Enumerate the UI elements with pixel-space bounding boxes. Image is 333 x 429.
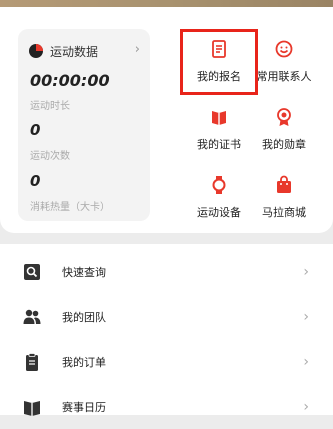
duration-value: 00:00:00: [30, 71, 110, 90]
team-icon: [23, 309, 41, 324]
medal-icon: [277, 108, 291, 126]
event-calendar-label: 赛事日历: [62, 400, 106, 414]
shopping-bag-icon: [277, 175, 291, 193]
my-orders-label: 我的订单: [62, 355, 106, 369]
my-certificate-label: 我的证书: [197, 138, 241, 151]
chevron-right-icon: ›: [303, 263, 309, 280]
list-item-quick-search[interactable]: 快速查询 ›: [0, 249, 333, 294]
mall-label: 马拉商城: [262, 206, 306, 219]
clipboard-icon: [26, 352, 38, 371]
duration-label: 运动时长: [30, 101, 70, 112]
chevron-right-icon: ›: [303, 308, 309, 325]
certificate-icon: [212, 111, 226, 125]
calories-label: 消耗热量（大卡）: [30, 202, 110, 213]
watch-icon: [212, 176, 226, 194]
list-item-event-calendar[interactable]: 赛事日历 ›: [0, 384, 333, 429]
sports-device-label: 运动设备: [197, 206, 241, 219]
quick-search-icon: [24, 263, 40, 280]
my-medal-button[interactable]: 我的勋章: [246, 103, 322, 153]
calendar-book-icon: [24, 400, 40, 416]
count-value: 0: [30, 121, 41, 139]
quick-search-label: 快速查询: [62, 265, 106, 279]
count-label: 运动次数: [30, 151, 70, 162]
list-item-my-orders[interactable]: 我的订单 ›: [0, 339, 333, 384]
sports-data-header[interactable]: 运动数据: [28, 41, 148, 61]
mall-button[interactable]: 马拉商城: [246, 171, 322, 221]
sports-data-title: 运动数据: [50, 44, 99, 59]
contact-icon: [275, 40, 293, 58]
top-section: 运动数据 › 00:00:00 运动时长 0 运动次数 0 消耗热量（大卡） 我…: [0, 7, 333, 233]
chevron-right-icon[interactable]: ›: [135, 42, 140, 57]
my-medal-label: 我的勋章: [262, 138, 306, 151]
frequent-contacts-label: 常用联系人: [256, 70, 312, 83]
chevron-right-icon: ›: [303, 398, 309, 415]
pie-chart-icon: [29, 44, 43, 58]
calories-value: 0: [30, 172, 41, 190]
menu-list: 快速查询 › 我的团队 › 我的订单 › 赛事日历 ›: [0, 244, 333, 416]
top-banner-strip: [0, 0, 333, 7]
chevron-right-icon: ›: [303, 353, 309, 370]
my-team-label: 我的团队: [62, 310, 106, 324]
highlight-box: [180, 29, 258, 95]
sports-data-card[interactable]: 运动数据 › 00:00:00 运动时长 0 运动次数 0 消耗热量（大卡）: [18, 29, 150, 221]
list-item-my-team[interactable]: 我的团队 ›: [0, 294, 333, 339]
